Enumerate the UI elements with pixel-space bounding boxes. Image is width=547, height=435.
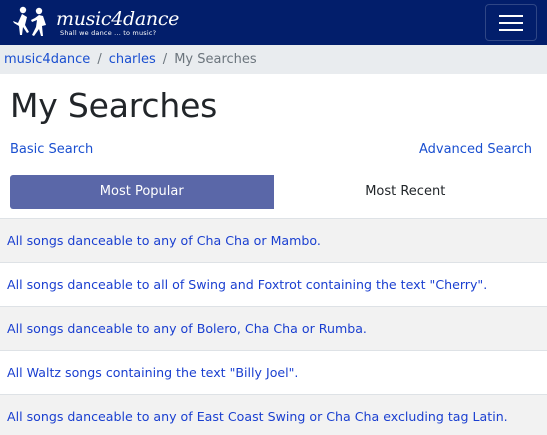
menu-toggle-button[interactable]	[485, 4, 537, 41]
saved-search-link[interactable]: All songs danceable to any of Bolero, Ch…	[7, 321, 367, 336]
breadcrumb-separator: /	[97, 52, 102, 67]
list-item: All songs danceable to any of East Coast…	[0, 395, 547, 435]
breadcrumb-current: My Searches	[174, 52, 257, 67]
brand-logo[interactable]: music4dance Shall we dance ... to music?	[10, 5, 179, 39]
breadcrumb-link-user[interactable]: charles	[109, 52, 156, 67]
top-navbar: music4dance Shall we dance ... to music?	[0, 0, 547, 45]
brand-tagline: Shall we dance ... to music?	[60, 29, 157, 37]
saved-search-link[interactable]: All songs danceable to any of East Coast…	[7, 409, 508, 424]
tab-most-recent[interactable]: Most Recent	[273, 175, 537, 209]
list-item: All songs danceable to all of Swing and …	[0, 263, 547, 307]
saved-search-link[interactable]: All Waltz songs containing the text "Bil…	[7, 365, 298, 380]
tab-most-popular[interactable]: Most Popular	[10, 175, 274, 209]
hamburger-icon-line	[499, 22, 523, 24]
page-title: My Searches	[10, 86, 218, 125]
saved-search-link[interactable]: All songs danceable to any of Cha Cha or…	[7, 233, 321, 248]
hamburger-icon-line	[499, 15, 523, 17]
hamburger-icon-line	[499, 29, 523, 31]
list-item: All songs danceable to any of Cha Cha or…	[0, 219, 547, 263]
list-item: All Waltz songs containing the text "Bil…	[0, 351, 547, 395]
list-item: All songs danceable to any of Bolero, Ch…	[0, 307, 547, 351]
brand-title: music4dance	[56, 8, 180, 30]
dancers-logo-icon	[13, 6, 46, 36]
breadcrumb-link-home[interactable]: music4dance	[4, 52, 90, 67]
breadcrumb: music4dance / charles / My Searches	[0, 45, 547, 74]
advanced-search-link[interactable]: Advanced Search	[419, 142, 532, 157]
sort-tabs: Most Popular Most Recent	[10, 175, 537, 209]
saved-search-list: All songs danceable to any of Cha Cha or…	[0, 218, 547, 435]
basic-search-link[interactable]: Basic Search	[10, 142, 93, 157]
saved-search-link[interactable]: All songs danceable to all of Swing and …	[7, 277, 487, 292]
breadcrumb-separator: /	[162, 52, 168, 67]
